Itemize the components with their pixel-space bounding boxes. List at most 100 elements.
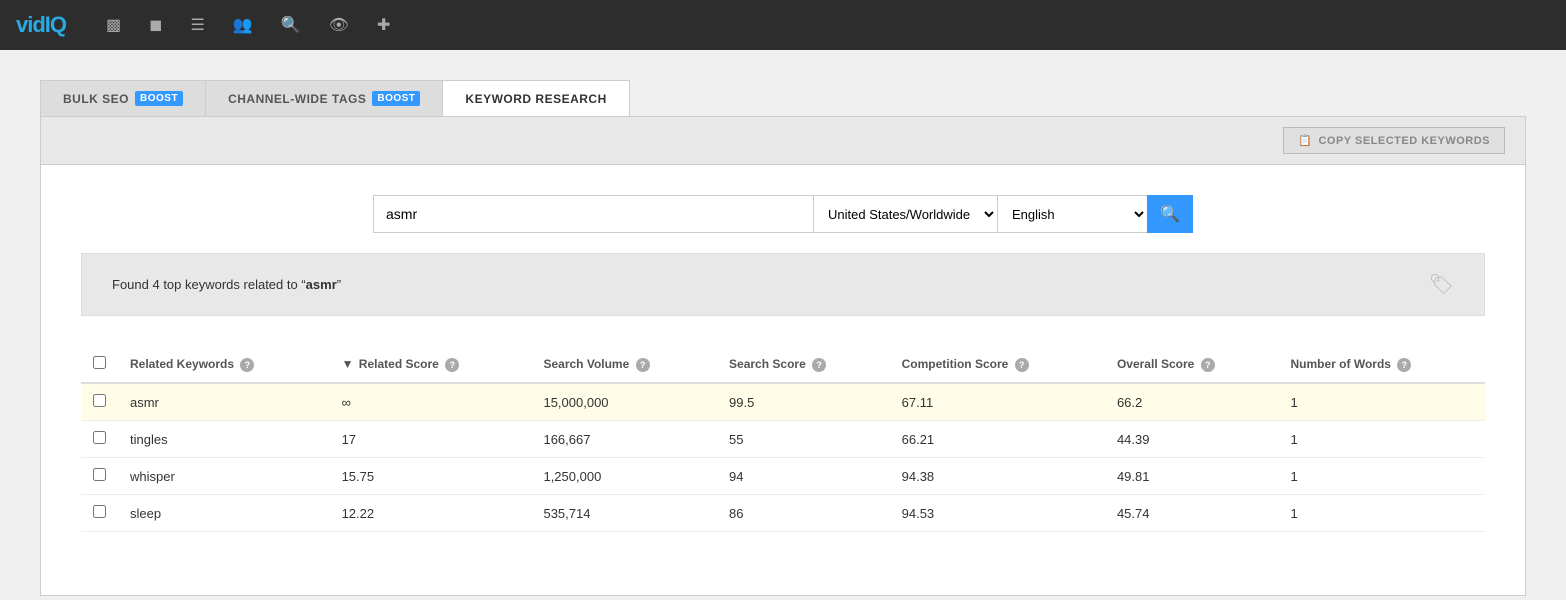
row-checkbox-cell <box>81 421 118 458</box>
search-input[interactable] <box>373 195 813 233</box>
tab-channel-wide-tags[interactable]: CHANNEL-WIDE TAGS BOOST <box>206 80 443 116</box>
table-header-row: Related Keywords ? ▼ Related Score ? Sea… <box>81 346 1485 383</box>
competition-score-help-icon[interactable]: ? <box>1015 358 1029 372</box>
row-checkbox-0[interactable] <box>93 394 106 407</box>
th-number-of-words: Number of Words ? <box>1279 346 1486 383</box>
table-row: whisper 15.75 1,250,000 94 94.38 49.81 1 <box>81 458 1485 495</box>
th-search-volume: Search Volume ? <box>531 346 717 383</box>
nav-film-icon[interactable]: ◼ <box>149 15 162 35</box>
select-all-checkbox[interactable] <box>93 356 106 369</box>
row-competition-score-2: 94.38 <box>890 458 1105 495</box>
tab-channel-wide-tags-label: CHANNEL-WIDE TAGS <box>228 92 366 106</box>
language-select[interactable]: English Spanish French German <box>997 195 1147 233</box>
row-num-words-1: 1 <box>1279 421 1486 458</box>
keywords-table: Related Keywords ? ▼ Related Score ? Sea… <box>81 346 1485 532</box>
row-checkbox-3[interactable] <box>93 505 106 518</box>
logo-vid: vid <box>16 12 45 37</box>
tab-bulk-seo[interactable]: BULK SEO BOOST <box>40 80 206 116</box>
top-navigation: vidIQ ▩ ◼ ☰ 👥 🔍 👁 ✚ <box>0 0 1566 50</box>
keywords-section: Related Keywords ? ▼ Related Score ? Sea… <box>41 336 1525 552</box>
related-keywords-help-icon[interactable]: ? <box>240 358 254 372</box>
search-area: United States/Worldwide United Kingdom C… <box>41 165 1525 253</box>
tab-bulk-seo-label: BULK SEO <box>63 92 129 106</box>
row-num-words-2: 1 <box>1279 458 1486 495</box>
table-row: sleep 12.22 535,714 86 94.53 45.74 1 <box>81 495 1485 532</box>
row-search-score-2: 94 <box>717 458 890 495</box>
th-related-keywords-label: Related Keywords <box>130 357 234 371</box>
th-search-score-label: Search Score <box>729 357 806 371</box>
th-search-volume-label: Search Volume <box>543 357 629 371</box>
logo-iq: IQ <box>45 12 66 37</box>
region-select[interactable]: United States/Worldwide United Kingdom C… <box>813 195 997 233</box>
copy-icon: 📋 <box>1298 134 1312 147</box>
main-content: BULK SEO BOOST CHANNEL-WIDE TAGS BOOST K… <box>0 50 1566 596</box>
row-overall-score-1: 44.39 <box>1105 421 1279 458</box>
row-related-score-2: 15.75 <box>330 458 532 495</box>
search-score-help-icon[interactable]: ? <box>812 358 826 372</box>
nav-eye-icon[interactable]: 👁 <box>329 15 349 35</box>
row-keyword-0: asmr <box>118 383 330 421</box>
tab-bulk-seo-badge: BOOST <box>135 91 183 106</box>
th-competition-score: Competition Score ? <box>890 346 1105 383</box>
th-competition-score-label: Competition Score <box>902 357 1009 371</box>
row-checkbox-1[interactable] <box>93 431 106 444</box>
copy-button-label: COPY SELECTED KEYWORDS <box>1318 135 1490 147</box>
tab-keyword-research[interactable]: KEYWORD RESEARCH <box>443 80 629 116</box>
logo: vidIQ <box>16 12 66 38</box>
nav-bar-chart-icon[interactable]: ▩ <box>106 15 121 35</box>
copy-selected-keywords-button[interactable]: 📋 COPY SELECTED KEYWORDS <box>1283 127 1505 154</box>
th-number-of-words-label: Number of Words <box>1291 357 1391 371</box>
row-related-score-0: ∞ <box>330 383 532 421</box>
row-related-score-1: 17 <box>330 421 532 458</box>
results-text: Found 4 top keywords related to “asmr” <box>112 277 341 292</box>
nav-plus-circle-icon[interactable]: ✚ <box>377 15 390 35</box>
row-keyword-3: sleep <box>118 495 330 532</box>
table-row: tingles 17 166,667 55 66.21 44.39 1 <box>81 421 1485 458</box>
row-checkbox-2[interactable] <box>93 468 106 481</box>
search-volume-help-icon[interactable]: ? <box>636 358 650 372</box>
row-num-words-0: 1 <box>1279 383 1486 421</box>
results-suffix: ” <box>337 277 341 292</box>
row-overall-score-2: 49.81 <box>1105 458 1279 495</box>
nav-search-icon[interactable]: 🔍 <box>281 15 301 35</box>
row-search-volume-0: 15,000,000 <box>531 383 717 421</box>
results-banner: Found 4 top keywords related to “asmr” 🏷 <box>81 253 1485 316</box>
tag-icon: 🏷 <box>1429 272 1454 297</box>
nav-list-icon[interactable]: ☰ <box>190 15 204 35</box>
row-search-score-3: 86 <box>717 495 890 532</box>
row-overall-score-0: 66.2 <box>1105 383 1279 421</box>
row-checkbox-cell <box>81 495 118 532</box>
table-body: asmr ∞ 15,000,000 99.5 67.11 66.2 1 ting… <box>81 383 1485 532</box>
row-keyword-2: whisper <box>118 458 330 495</box>
row-related-score-3: 12.22 <box>330 495 532 532</box>
overall-score-help-icon[interactable]: ? <box>1201 358 1215 372</box>
row-checkbox-cell <box>81 458 118 495</box>
row-competition-score-0: 67.11 <box>890 383 1105 421</box>
row-num-words-3: 1 <box>1279 495 1486 532</box>
search-button[interactable]: 🔍 <box>1147 195 1193 233</box>
copy-bar: 📋 COPY SELECTED KEYWORDS <box>41 117 1525 165</box>
tab-keyword-research-label: KEYWORD RESEARCH <box>465 92 606 106</box>
th-overall-score: Overall Score ? <box>1105 346 1279 383</box>
th-related-keywords: Related Keywords ? <box>118 346 330 383</box>
nav-icons: ▩ ◼ ☰ 👥 🔍 👁 ✚ <box>106 15 390 35</box>
th-select-all <box>81 346 118 383</box>
row-competition-score-1: 66.21 <box>890 421 1105 458</box>
row-competition-score-3: 94.53 <box>890 495 1105 532</box>
row-keyword-1: tingles <box>118 421 330 458</box>
related-score-help-icon[interactable]: ? <box>445 358 459 372</box>
number-of-words-help-icon[interactable]: ? <box>1397 358 1411 372</box>
row-search-volume-1: 166,667 <box>531 421 717 458</box>
row-search-score-0: 99.5 <box>717 383 890 421</box>
row-search-volume-3: 535,714 <box>531 495 717 532</box>
results-prefix: Found 4 top keywords related to “ <box>112 277 306 292</box>
th-related-score: ▼ Related Score ? <box>330 346 532 383</box>
row-search-score-1: 55 <box>717 421 890 458</box>
sort-arrow-icon: ▼ <box>342 357 354 371</box>
table-row: asmr ∞ 15,000,000 99.5 67.11 66.2 1 <box>81 383 1485 421</box>
row-overall-score-3: 45.74 <box>1105 495 1279 532</box>
th-related-score-label: Related Score <box>359 357 439 371</box>
tab-bar: BULK SEO BOOST CHANNEL-WIDE TAGS BOOST K… <box>40 80 1526 116</box>
th-search-score: Search Score ? <box>717 346 890 383</box>
nav-users-icon[interactable]: 👥 <box>233 15 253 35</box>
